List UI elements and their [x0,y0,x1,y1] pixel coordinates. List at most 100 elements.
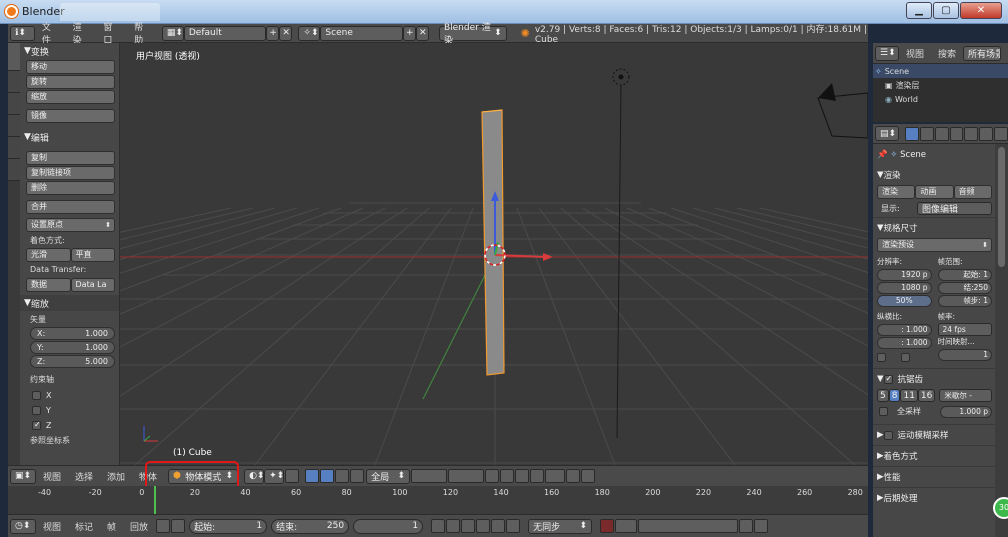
pin-icon[interactable]: 📌 [877,150,888,160]
scale-z-field[interactable]: Z: 5.000 [30,355,115,368]
filter-size-field[interactable]: 1.000 p [940,406,992,418]
scale-x-field[interactable]: X: 1.000 [30,327,115,340]
jump-start-icon[interactable] [431,519,446,533]
manipulator-scale-icon[interactable] [335,469,350,483]
insert-keyframe-icon[interactable] [739,519,754,533]
camera-object[interactable] [817,92,868,139]
current-frame-indicator[interactable] [154,486,156,514]
tab-relations[interactable] [8,93,20,115]
render-layers-tab-icon[interactable] [919,126,934,141]
resolution-x-field[interactable]: 1920 p [877,269,932,281]
manipulator-rotate-icon[interactable] [320,469,335,483]
manipulator-toggle[interactable] [285,469,300,483]
render-presets-select[interactable]: 渲染预设 [877,238,992,252]
display-select[interactable]: 图像编辑 [917,202,992,215]
resolution-y-field[interactable]: 1080 p [877,282,932,294]
panel-resize-header[interactable]: ▼ 缩放 [20,295,119,311]
set-origin-dropdown[interactable]: 设置原点 [26,218,115,232]
screen-layout-icon[interactable]: ▦⬍ [161,25,184,41]
aa-sample-16[interactable]: 16 [917,389,936,402]
menu-select[interactable]: 选择 [75,470,93,483]
resolution-percent-field[interactable]: 50% [877,295,932,307]
manipulator-combined-icon[interactable] [350,469,365,483]
panel-render-header[interactable]: ▼ 渲染 [873,167,995,183]
play-icon[interactable] [476,519,491,533]
render-tab-icon[interactable] [905,126,919,141]
end-frame-field[interactable]: 结束: 250 [271,518,350,534]
minimize-button[interactable]: ▁ [906,2,932,19]
frame-step-field[interactable]: 帧步: 1 [937,295,992,307]
manipulator-translate-icon[interactable] [305,469,320,483]
full-sample-checkbox[interactable] [879,407,888,416]
menu-tl-marker[interactable]: 标记 [75,520,93,533]
editor-type-info[interactable]: ℹ⬍ [10,25,35,41]
constraints-tab-icon[interactable] [994,126,1008,141]
lock-layers-icon[interactable] [485,469,500,483]
layers-grid-2[interactable] [448,469,485,483]
snap-toggle-icon[interactable] [530,469,545,483]
panel-post-processing-header[interactable]: ▶ 后期处理 [873,490,995,506]
modifiers-tab-icon[interactable] [979,126,994,141]
remove-scene-button[interactable]: ✕ [415,25,429,41]
panel-transform-header[interactable]: ▼ 变换 [20,43,119,59]
time-remap-field[interactable]: 1 [937,349,992,361]
opengl-anim-icon[interactable] [581,469,596,483]
duplicate-button[interactable]: 复制 [26,151,115,165]
scene-tab-icon[interactable] [934,126,949,141]
overlay-badge[interactable]: 30 [993,497,1008,519]
constraint-x-checkbox[interactable]: X [32,389,119,401]
properties-scrollbar[interactable] [995,144,1008,537]
world-tab-icon[interactable] [949,126,964,141]
cube-object[interactable] [481,109,505,376]
maximize-button[interactable]: ▢ [933,2,959,19]
fps-select[interactable]: 24 fps [937,323,992,336]
motion-blur-checkbox[interactable] [883,430,893,440]
preview-range-icon[interactable] [156,519,171,533]
translate-button[interactable]: 移动 [26,60,115,74]
manipulator-x-arrow[interactable] [543,253,553,261]
menu-outliner-view[interactable]: 视图 [906,47,924,60]
delete-keyframe-icon[interactable] [754,519,769,533]
panel-antialiasing-header[interactable]: ▼ 抗锯齿 [873,371,995,387]
frame-end-field[interactable]: 结:250 [937,282,992,294]
pivot-point-select[interactable]: ✦⬍ [264,468,284,484]
properties-scroll-thumb[interactable] [998,147,1005,267]
panel-performance-header[interactable]: ▶ 性能 [873,469,995,485]
tab-grease-pencil[interactable] [8,159,20,181]
editor-type-properties[interactable]: ▤⬍ [875,126,899,141]
shade-smooth-button[interactable]: 光滑 [26,248,71,262]
outliner-item-world[interactable]: ◉ World [873,92,1008,106]
remove-layout-button[interactable]: ✕ [279,25,293,41]
aa-sample-8[interactable]: 8 [888,389,901,402]
editor-type-3dview[interactable]: ▣⬍ [10,468,36,484]
aspect-x-field[interactable]: : 1.000 [877,324,932,336]
join-button[interactable]: 合并 [26,200,115,214]
scene-icon[interactable]: ✧⬍ [298,25,321,41]
keying-icon[interactable] [615,519,638,533]
next-keyframe-icon[interactable] [491,519,506,533]
animation-button[interactable]: 动画 [915,185,954,199]
lock-range-icon[interactable] [171,519,186,533]
tab-animation[interactable] [8,115,20,137]
jump-end-icon[interactable] [506,519,521,533]
panel-edit-header[interactable]: ▼ 编辑 [20,129,119,145]
layers-grid-1[interactable] [411,469,448,483]
aa-sample-5[interactable]: 5 [877,389,889,402]
scale-button[interactable]: 缩放 [26,90,115,104]
transform-orientation-select[interactable]: 全局 ⬍ [366,468,411,484]
viewport-shading-select[interactable]: ◐⬍ [244,468,264,484]
menu-outliner-search[interactable]: 搜索 [938,47,956,60]
sync-mode-select[interactable]: 无同步 ⬍ [528,518,593,534]
panel-shading-header[interactable]: ▶ 着色方式 [873,448,995,464]
constraint-z-checkbox[interactable]: Z [32,419,119,431]
current-frame-field[interactable]: 1 [353,518,424,534]
aa-filter-select[interactable]: 米歇尔 - [939,389,992,402]
render-layer-icon[interactable] [500,469,515,483]
panel-dimensions-header[interactable]: ▼ 规格尺寸 [873,220,995,236]
editor-type-outliner[interactable]: ☰⬍ [875,45,899,61]
aa-sample-11[interactable]: 11 [900,389,918,402]
shade-flat-button[interactable]: 平直 [70,248,115,262]
crop-checkbox[interactable] [901,353,910,362]
keying-set-field[interactable] [638,519,739,533]
data-transfer-button[interactable]: 数据 [26,278,71,292]
